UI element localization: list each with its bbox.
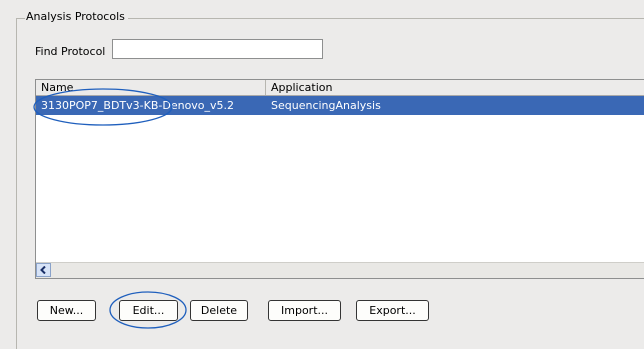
table-header: Name Application — [36, 80, 644, 96]
table-row-selected[interactable]: 3130POP7_BDTv3-KB-Denovo_v5.2 Sequencing… — [36, 96, 644, 115]
column-header-name[interactable]: Name — [36, 80, 266, 95]
export-button[interactable]: Export... — [356, 300, 429, 321]
import-button[interactable]: Import... — [268, 300, 341, 321]
chevron-left-icon — [40, 266, 46, 274]
new-button[interactable]: New... — [37, 300, 96, 321]
find-protocol-input[interactable] — [112, 39, 323, 59]
group-title: Analysis Protocols — [25, 10, 128, 24]
column-header-application[interactable]: Application — [266, 80, 644, 95]
horizontal-scrollbar[interactable] — [36, 262, 644, 278]
scroll-left-button[interactable] — [36, 263, 51, 277]
delete-button[interactable]: Delete — [190, 300, 248, 321]
edit-button[interactable]: Edit... — [119, 300, 178, 321]
find-protocol-label: Find Protocol — [35, 45, 106, 58]
protocol-name-cell: 3130POP7_BDTv3-KB-Denovo_v5.2 — [41, 99, 235, 112]
protocol-application-cell: SequencingAnalysis — [271, 99, 381, 112]
protocols-table: Name Application 3130POP7_BDTv3-KB-Denov… — [35, 79, 644, 279]
